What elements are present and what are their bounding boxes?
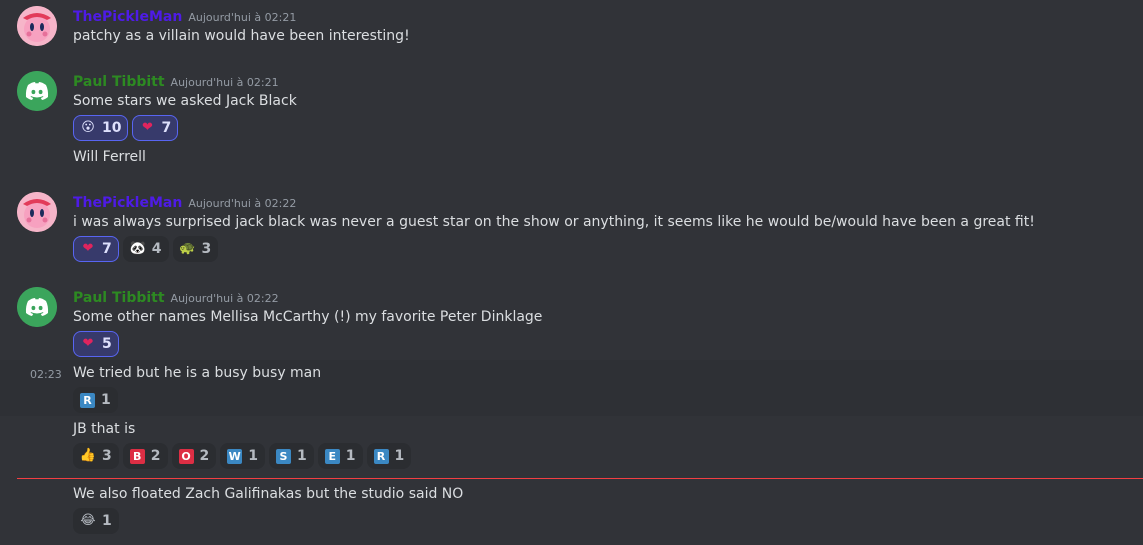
reaction-count: 2 (150, 448, 161, 464)
reaction-thumbs-up[interactable]: 👍 3 (73, 443, 119, 469)
reaction-count: 1 (102, 513, 112, 529)
reaction-letter-w[interactable]: W 1 (220, 443, 265, 469)
reaction-count: 1 (345, 448, 356, 464)
reaction-heart[interactable]: ❤ 7 (132, 115, 179, 141)
reaction-letter-b[interactable]: B 2 (122, 443, 168, 469)
reaction-count: 1 (394, 448, 405, 464)
message-text: patchy as a villain would have been inte… (73, 28, 410, 44)
new-messages-divider (17, 478, 1143, 479)
message-timestamp[interactable]: Aujourd'hui à 02:22 (188, 197, 296, 210)
message-text: i was always surprised jack black was ne… (73, 214, 1035, 230)
letter-o-icon: O (178, 448, 194, 464)
reaction-heart[interactable]: ❤ 7 (73, 236, 119, 262)
message-text: Some stars we asked Jack Black (73, 93, 297, 109)
reaction-laughing[interactable]: 😂 1 (73, 508, 119, 534)
heart-icon: ❤ (82, 241, 94, 256)
message-text: JB that is (73, 421, 136, 437)
reaction-bar: 😂 1 (73, 508, 119, 534)
message-timestamp[interactable]: Aujourd'hui à 02:21 (171, 76, 279, 89)
author-name[interactable]: Paul Tibbitt (73, 74, 165, 90)
reaction-bar: R 1 (73, 387, 118, 413)
thumbs-up-icon: 👍 (79, 448, 97, 463)
discord-logo-icon (17, 71, 57, 111)
message-timestamp[interactable]: Aujourd'hui à 02:21 (188, 11, 296, 24)
reaction-bar: 👍 3 B 2 O 2 W 1 S 1 E 1 R 1 (73, 443, 412, 469)
user-avatar[interactable] (17, 6, 57, 46)
reaction-surprised[interactable]: 😮 10 (73, 115, 129, 141)
message-header: Paul Tibbitt Aujourd'hui à 02:21 (73, 71, 279, 90)
laughing-tears-icon: 😂 (80, 513, 96, 528)
surprised-face-icon: 😮 (81, 120, 95, 135)
regional-indicator-s-icon: S (276, 448, 291, 464)
author-name[interactable]: ThePickleMan (73, 195, 182, 211)
message-row-hovered[interactable]: 02:23 We tried but he is a busy busy man… (0, 360, 1143, 416)
reaction-letter-e[interactable]: E 1 (317, 443, 363, 469)
reaction-bar: 😮 10 ❤ 7 (73, 115, 179, 141)
user-avatar[interactable] (17, 287, 57, 327)
panda-icon: 🐼 (129, 241, 146, 256)
message-timestamp[interactable]: Aujourd'hui à 02:22 (171, 292, 279, 305)
regional-indicator-r-icon: R (80, 392, 95, 408)
author-name[interactable]: Paul Tibbitt (73, 290, 165, 306)
reaction-heart[interactable]: ❤ 5 (73, 331, 119, 357)
message-header: ThePickleMan Aujourd'hui à 02:22 (73, 192, 296, 211)
user-avatar[interactable] (17, 71, 57, 111)
message-text: We tried but he is a busy busy man (73, 365, 322, 381)
message-text: Will Ferrell (73, 149, 146, 165)
message-text: Some other names Mellisa McCarthy (!) my… (73, 309, 543, 325)
author-name[interactable]: ThePickleMan (73, 9, 182, 25)
reaction-letter-o[interactable]: O 2 (171, 443, 217, 469)
heart-icon: ❤ (142, 120, 153, 135)
reaction-count: 7 (102, 241, 112, 257)
message-side-timestamp[interactable]: 02:23 (30, 368, 62, 381)
reaction-count: 2 (199, 448, 210, 464)
message-text: We also floated Zach Galifinakas but the… (73, 486, 464, 502)
reaction-turtle[interactable]: 🐢 3 (172, 236, 219, 262)
reaction-count: 4 (151, 241, 162, 257)
reaction-count: 7 (161, 120, 172, 136)
message-header: Paul Tibbitt Aujourd'hui à 02:22 (73, 287, 279, 306)
reaction-bar: ❤ 7 🐼 4 🐢 3 (73, 236, 219, 262)
reaction-count: 1 (297, 448, 307, 464)
reaction-letter-r[interactable]: R 1 (73, 387, 118, 413)
regional-indicator-e-icon: E (324, 448, 340, 464)
reaction-count: 1 (248, 448, 258, 464)
reaction-count: 1 (101, 392, 111, 408)
kirby-avatar-icon (17, 192, 57, 232)
regional-indicator-r-icon: R (373, 448, 389, 464)
message-header: ThePickleMan Aujourd'hui à 02:21 (73, 6, 296, 25)
reaction-count: 5 (102, 336, 112, 352)
reaction-count: 3 (201, 241, 212, 257)
regional-indicator-w-icon: W (227, 448, 243, 464)
reaction-letter-s[interactable]: S 1 (269, 443, 314, 469)
user-avatar[interactable] (17, 192, 57, 232)
reaction-bar: ❤ 5 (73, 331, 119, 357)
letter-b-icon: B (129, 448, 145, 464)
reaction-count: 10 (102, 120, 122, 136)
discord-logo-icon (17, 287, 57, 327)
kirby-avatar-icon (17, 6, 57, 46)
reaction-letter-r[interactable]: R 1 (366, 443, 412, 469)
reaction-count: 3 (102, 448, 112, 464)
turtle-icon: 🐢 (179, 241, 196, 256)
reaction-panda[interactable]: 🐼 4 (122, 236, 169, 262)
heart-icon: ❤ (82, 336, 94, 351)
